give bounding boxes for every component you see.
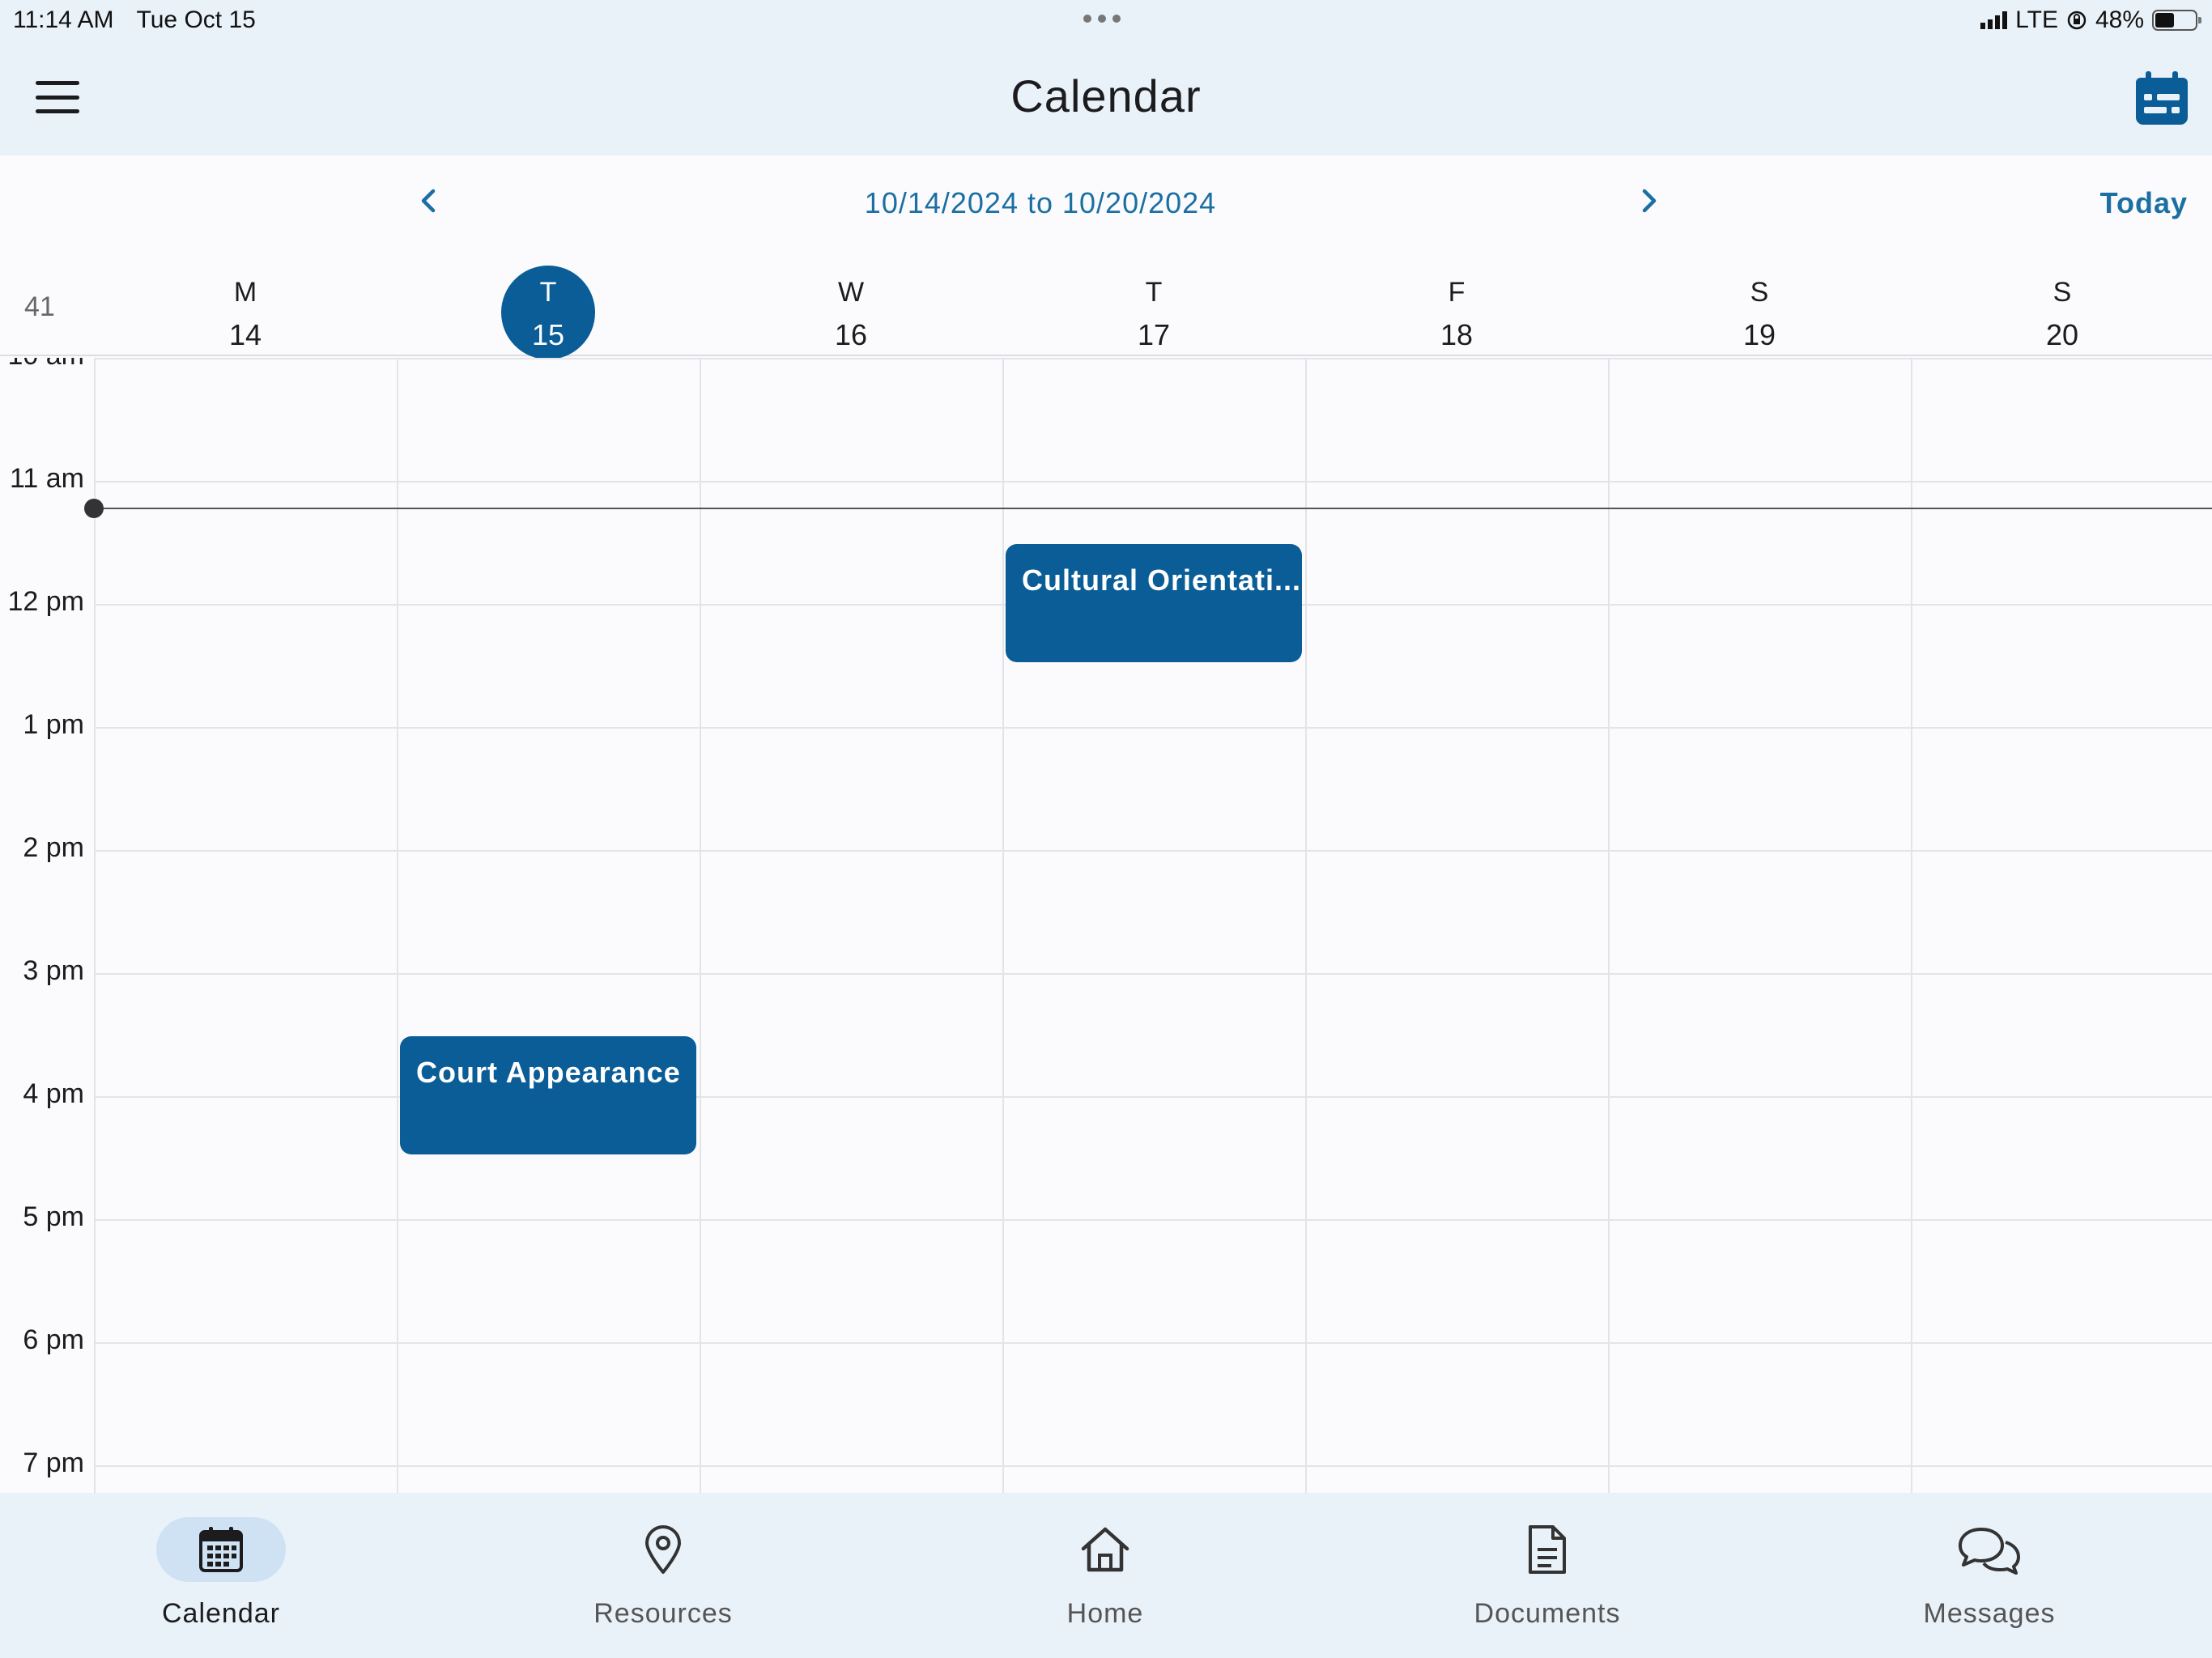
tab-label: Home [1066,1598,1144,1629]
day-letter: S [2052,277,2072,308]
week-navigation: 10/14/2024 to 10/20/2024 Today [0,155,2212,261]
day-column-divider [1608,358,1610,1493]
day-column-divider [1911,358,1912,1493]
day-header-18[interactable]: F 18 [1305,267,1608,356]
hour-label: 11 am [10,463,84,494]
day-column-divider [700,358,701,1493]
day-header-19[interactable]: S 19 [1608,267,1911,356]
hour-label: 5 pm [23,1201,84,1232]
tab-bar: Calendar Resources Home Documents Messages [0,1493,2212,1658]
battery-percent: 48% [2095,6,2144,33]
tab-label: Resources [593,1598,733,1629]
day-number: 14 [228,318,262,351]
page-title: Calendar [1010,70,1202,121]
event-card[interactable]: Court Appearance [400,1036,696,1154]
hour-label: 4 pm [23,1078,84,1109]
battery-icon [2152,10,2201,31]
tab-calendar[interactable]: Calendar [0,1493,442,1658]
calendar-grid-icon [156,1517,286,1582]
hour-line [94,1465,2212,1467]
hour-line [94,727,2212,729]
hour-line [94,850,2212,852]
current-time-line [94,508,2212,509]
day-header-17[interactable]: T 17 [1002,267,1305,356]
day-letter: T [539,277,557,308]
hour-line [94,1219,2212,1221]
day-header-14[interactable]: M 14 [94,267,397,356]
tab-label: Messages [1923,1598,2056,1629]
day-letter: F [1448,277,1465,308]
status-left: 11:14 AM Tue Oct 15 [13,6,256,34]
network-type: LTE [2015,6,2058,33]
tab-messages[interactable]: Messages [1768,1493,2210,1658]
orientation-lock-icon [2067,11,2087,30]
day-number: 15 [531,318,565,351]
day-header-15[interactable]: T 15 [397,266,700,359]
day-letter: T [1145,277,1163,308]
day-letter: M [233,277,257,308]
signal-icon [1980,11,2008,29]
day-number: 17 [1137,318,1171,351]
hour-label: 3 pm [23,955,84,986]
day-column-divider [1305,358,1307,1493]
tab-documents[interactable]: Documents [1326,1493,1768,1658]
day-column-divider [397,358,398,1493]
hour-label: 10 am [0,358,85,372]
current-time-dot [84,499,104,518]
chevron-left-icon[interactable] [413,185,445,217]
chat-bubbles-icon [1925,1517,2054,1582]
day-number: 18 [1440,318,1474,351]
day-header-20[interactable]: S 20 [1911,267,2212,356]
hour-label: 2 pm [23,832,84,863]
hour-label: 1 pm [23,709,84,740]
hour-label: 7 pm [23,1448,84,1478]
day-letter: S [1750,277,1769,308]
tab-home[interactable]: Home [884,1493,1326,1658]
hour-line [94,1342,2212,1344]
day-number: 16 [834,318,868,351]
app-header: Calendar [0,40,2212,155]
location-pin-icon [598,1517,728,1582]
status-bar: 11:14 AM Tue Oct 15 LTE 48% [0,0,2212,40]
day-letter: W [837,277,865,308]
day-header-16[interactable]: W 16 [700,267,1002,356]
hour-label: 6 pm [23,1324,84,1355]
week-number: 41 [24,291,55,322]
day-header-row: 41 M 14 T 15 W 16 T 17 F 18 S 19 S 20 [0,261,2212,359]
day-number: 20 [2045,318,2079,351]
event-card[interactable]: Cultural Orientati... [1006,544,1302,662]
status-time: 11:14 AM [13,6,114,33]
tab-label: Documents [1474,1598,1621,1629]
week-grid[interactable]: 10 am 11 am 12 pm 1 pm 2 pm 3 pm 4 pm 5 pm 6 pm 7… [0,358,2212,1493]
date-range: 10/14/2024 to 10/20/2024 [864,186,1217,219]
tab-resources[interactable]: Resources [442,1493,884,1658]
status-right: LTE 48% [1980,6,2201,34]
hour-line [94,358,2212,359]
day-column-divider [94,358,96,1493]
day-column-divider [1002,358,1004,1493]
multitasking-dots-icon[interactable] [1083,15,1121,23]
hour-label: 12 pm [7,586,85,617]
today-button[interactable]: Today [2100,186,2188,220]
hour-line [94,481,2212,483]
tab-label: Calendar [162,1598,280,1629]
home-icon [1040,1517,1170,1582]
calendar-list-icon[interactable] [2134,70,2189,126]
hour-line [94,973,2212,975]
day-number: 19 [1742,318,1776,351]
status-date: Tue Oct 15 [136,6,256,33]
chevron-right-icon[interactable] [1632,185,1665,217]
document-icon [1482,1517,1612,1582]
